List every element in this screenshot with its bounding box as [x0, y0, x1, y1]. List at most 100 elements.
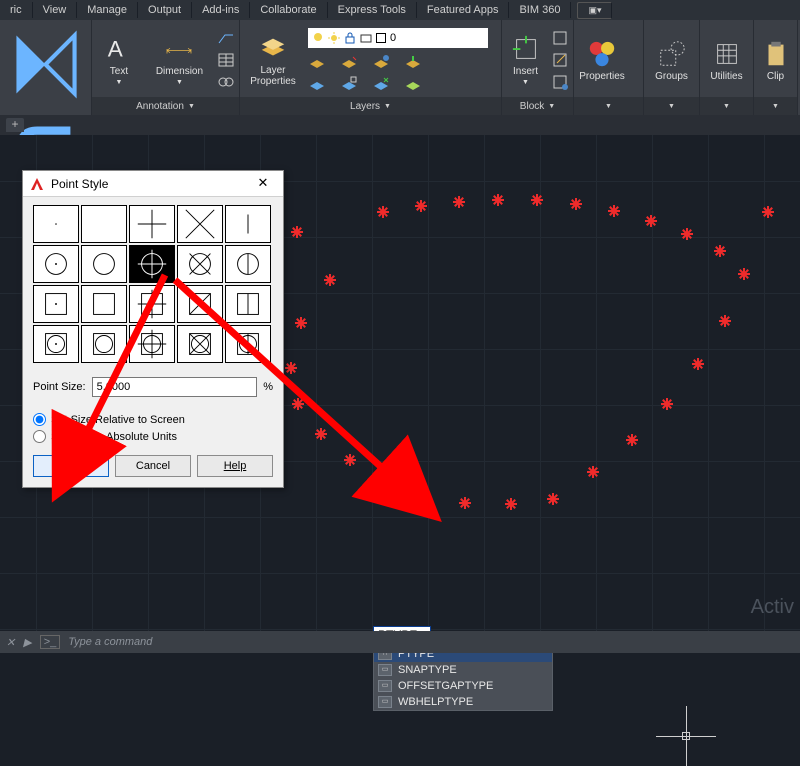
cancel-button[interactable]: Cancel — [115, 455, 191, 477]
tab[interactable]: Express Tools — [328, 2, 417, 18]
panel-block: Insert▼ Block▼ — [502, 20, 574, 115]
mirror-icon[interactable] — [4, 23, 87, 106]
laycur-icon[interactable] — [404, 54, 422, 70]
drawing-point[interactable] — [719, 315, 731, 327]
drawing-point[interactable] — [453, 196, 465, 208]
drawing-point[interactable] — [344, 454, 356, 466]
layoff-icon[interactable] — [308, 54, 326, 70]
drawing-point[interactable] — [714, 245, 726, 257]
point-style-option[interactable] — [225, 325, 271, 363]
file-tabs: + — [0, 115, 800, 135]
plugin-icon[interactable]: ▣▾ — [577, 2, 612, 19]
point-style-option[interactable] — [177, 285, 223, 323]
point-style-option[interactable] — [177, 245, 223, 283]
point-size-input[interactable] — [92, 377, 258, 397]
point-style-option[interactable] — [225, 285, 271, 323]
tab[interactable]: Manage — [77, 2, 138, 18]
drawing-point[interactable] — [681, 228, 693, 240]
laylck-icon[interactable] — [340, 76, 358, 92]
layfrz-icon[interactable] — [340, 54, 358, 70]
tab[interactable]: ric — [0, 2, 33, 18]
autocomplete-item[interactable]: ▭WBHELPTYPE — [374, 694, 552, 710]
tab[interactable]: BIM 360 — [509, 2, 571, 18]
drawing-point[interactable] — [459, 497, 471, 509]
laymrg-icon[interactable] — [404, 76, 422, 92]
close-cmd-icon[interactable]: ✕ — [6, 636, 15, 649]
drawing-point[interactable] — [315, 428, 327, 440]
drawing-point[interactable] — [570, 198, 582, 210]
leader-icon[interactable] — [217, 29, 235, 47]
autocomplete-item[interactable]: ▭SNAPTYPE — [374, 662, 552, 678]
point-style-option[interactable] — [225, 205, 271, 243]
tab[interactable]: Featured Apps — [417, 2, 510, 18]
close-button[interactable]: ✕ — [249, 174, 277, 194]
point-style-option[interactable] — [129, 285, 175, 323]
ok-button[interactable]: OK — [33, 455, 109, 477]
command-line[interactable]: ✕ ▶ >_ Type a command — [0, 631, 800, 653]
drawing-point[interactable] — [762, 206, 774, 218]
point-style-option[interactable] — [81, 205, 127, 243]
properties-button[interactable]: Properties — [578, 25, 626, 95]
autocomplete-item[interactable]: ▭OFFSETGAPTYPE — [374, 678, 552, 694]
insert-button[interactable]: Insert▼ — [506, 25, 545, 95]
point-style-option[interactable] — [33, 285, 79, 323]
layiso-icon[interactable] — [308, 76, 326, 92]
drawing-point[interactable] — [531, 194, 543, 206]
drawing-point[interactable] — [587, 466, 599, 478]
tab[interactable]: View — [33, 2, 78, 18]
drawing-point[interactable] — [378, 475, 390, 487]
point-style-option[interactable] — [225, 245, 271, 283]
drawing-point[interactable] — [738, 268, 750, 280]
layulk-icon[interactable] — [372, 76, 390, 92]
drawing-point[interactable] — [417, 490, 429, 502]
drawing-point[interactable] — [608, 205, 620, 217]
drawing-point[interactable] — [661, 398, 673, 410]
drawing-point[interactable] — [645, 215, 657, 227]
drawing-point[interactable] — [377, 206, 389, 218]
tab[interactable]: Add-ins — [192, 2, 250, 18]
drawing-point[interactable] — [505, 498, 517, 510]
help-button[interactable]: Help — [197, 455, 273, 477]
point-style-option[interactable] — [81, 285, 127, 323]
point-style-option[interactable] — [33, 245, 79, 283]
point-size-label: Point Size: — [33, 381, 86, 393]
tab[interactable]: Output — [138, 2, 192, 18]
tab[interactable]: Collaborate — [250, 2, 327, 18]
drawing-point[interactable] — [626, 434, 638, 446]
text-button[interactable]: A Text▼ — [96, 25, 142, 95]
edit-block-icon[interactable] — [551, 51, 569, 69]
point-style-option[interactable] — [33, 205, 79, 243]
laymch-icon[interactable] — [372, 54, 390, 70]
chevron-right-icon[interactable]: ▶ — [23, 636, 31, 649]
point-style-option[interactable] — [33, 325, 79, 363]
point-style-option[interactable] — [177, 205, 223, 243]
point-style-option[interactable] — [81, 245, 127, 283]
drawing-point[interactable] — [295, 317, 307, 329]
new-tab-button[interactable]: + — [6, 118, 24, 132]
point-style-option[interactable] — [129, 245, 175, 283]
layer-combo[interactable]: 0 — [308, 28, 488, 48]
edit-attr-icon[interactable] — [551, 73, 569, 91]
dimension-button[interactable]: Dimension▼ — [148, 25, 211, 95]
drawing-point[interactable] — [292, 398, 304, 410]
radio-relative[interactable]: Set Size Relative to Screen — [33, 411, 273, 428]
radio-absolute[interactable]: Set Size in Absolute Units — [33, 428, 273, 445]
drawing-point[interactable] — [692, 358, 704, 370]
table-icon[interactable] — [217, 51, 235, 69]
layer-properties-button[interactable]: Layer Properties — [244, 25, 302, 95]
clipboard-button[interactable]: Clip — [758, 25, 793, 95]
create-block-icon[interactable] — [551, 29, 569, 47]
drawing-point[interactable] — [324, 274, 336, 286]
point-style-option[interactable] — [81, 325, 127, 363]
drawing-point[interactable] — [547, 493, 559, 505]
drawing-point[interactable] — [291, 226, 303, 238]
field-icon[interactable] — [217, 73, 235, 91]
groups-button[interactable]: Groups — [648, 25, 695, 95]
point-style-option[interactable] — [129, 205, 175, 243]
point-style-option[interactable] — [129, 325, 175, 363]
utilities-button[interactable]: Utilities — [704, 25, 749, 95]
drawing-point[interactable] — [492, 194, 504, 206]
drawing-point[interactable] — [415, 200, 427, 212]
drawing-point[interactable] — [285, 362, 297, 374]
point-style-option[interactable] — [177, 325, 223, 363]
